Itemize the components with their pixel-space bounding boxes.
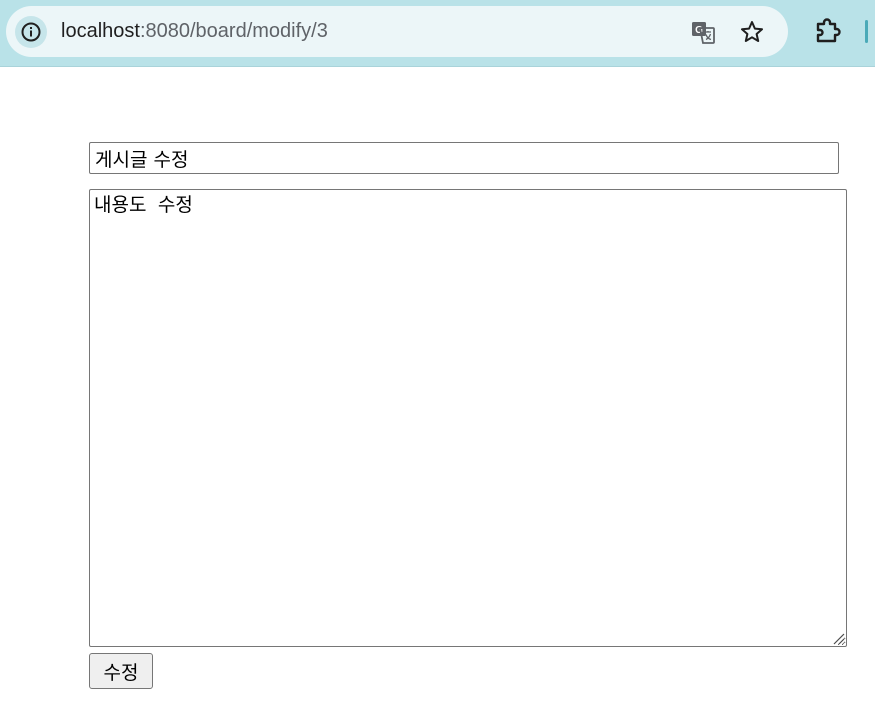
address-bar[interactable]: localhost:8080/board/modify/3 G	[6, 6, 788, 57]
translate-icon[interactable]: G	[690, 19, 716, 45]
url-path: :8080/board/modify/3	[139, 20, 328, 42]
modify-button[interactable]: 수정	[89, 653, 153, 689]
content-textarea[interactable]: 내용도 수정	[89, 189, 847, 647]
star-icon[interactable]	[739, 19, 765, 45]
title-input[interactable]	[89, 142, 839, 174]
puzzle-icon[interactable]	[814, 17, 842, 45]
url-text[interactable]: localhost:8080/board/modify/3	[61, 19, 328, 43]
url-host: localhost	[61, 20, 140, 42]
site-info-button[interactable]	[15, 16, 47, 48]
browser-toolbar: localhost:8080/board/modify/3 G	[0, 0, 875, 67]
info-icon	[21, 22, 41, 42]
toolbar-divider	[865, 20, 868, 43]
